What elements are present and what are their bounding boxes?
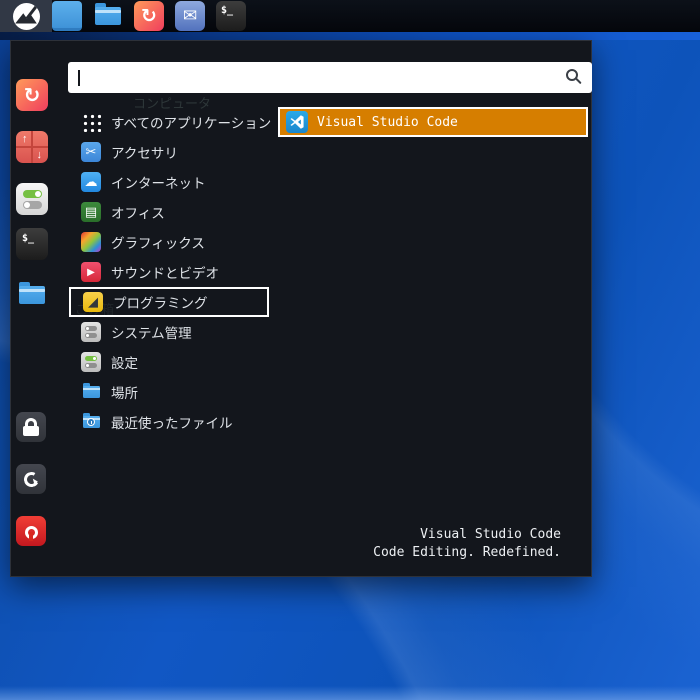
sidebar-terminal-button[interactable]: $_ bbox=[16, 228, 48, 260]
desktop-window-icon[interactable] bbox=[52, 1, 82, 31]
category-internet[interactable]: ☁ インターネット bbox=[69, 167, 269, 197]
terminal-prompt-glyph: $_ bbox=[221, 5, 234, 16]
toggle-on-icon bbox=[22, 189, 42, 198]
app-item-label: Visual Studio Code bbox=[317, 114, 458, 130]
wallpaper-bottom-band bbox=[0, 686, 700, 700]
file-manager-icon[interactable] bbox=[93, 1, 123, 31]
search-icon bbox=[566, 69, 578, 81]
application-menu: コンピュータ ごみ箱 ↻ $_ すべてのアプリケーション bbox=[10, 40, 592, 577]
log-out-button[interactable] bbox=[16, 464, 46, 494]
shut-down-button[interactable] bbox=[16, 516, 46, 546]
sidebar-software-updates-button[interactable] bbox=[16, 131, 48, 163]
play-icon: ▶ bbox=[81, 262, 101, 282]
folder-icon bbox=[19, 282, 45, 304]
power-icon bbox=[24, 526, 38, 541]
taskbar: ↻ ✉ $_ bbox=[0, 0, 700, 32]
category-graphics[interactable]: グラフィックス bbox=[69, 227, 269, 257]
distro-logo-icon bbox=[12, 2, 40, 30]
category-accessories[interactable]: ✂ アクセサリ bbox=[69, 137, 269, 167]
refresh-arrow-glyph: ↻ bbox=[141, 5, 157, 27]
logout-icon bbox=[21, 469, 41, 489]
app-description-subtitle: Code Editing. Redefined. bbox=[373, 545, 561, 560]
terminal-prompt-glyph: $_ bbox=[22, 233, 35, 244]
app-menu-button[interactable] bbox=[0, 0, 52, 32]
category-all-applications[interactable]: すべてのアプリケーション bbox=[69, 107, 271, 137]
sidebar-browser-session-button[interactable]: ↻ bbox=[16, 79, 48, 111]
category-settings[interactable]: 設定 bbox=[69, 347, 269, 377]
rainbow-icon bbox=[81, 232, 101, 252]
envelope-glyph: ✉ bbox=[182, 6, 198, 25]
sidebar-settings-button[interactable] bbox=[16, 183, 48, 215]
updates-grid-icon bbox=[16, 131, 48, 163]
category-sound-video[interactable]: ▶ サウンドとビデオ bbox=[69, 257, 269, 287]
category-list: すべてのアプリケーション ✂ アクセサリ ☁ インターネット ▤ オフィス グラ… bbox=[69, 107, 271, 437]
wallpaper-top-band bbox=[0, 32, 700, 40]
folder-clock-icon bbox=[81, 412, 101, 432]
category-system-admin[interactable]: システム管理 bbox=[69, 317, 269, 347]
mail-icon[interactable]: ✉ bbox=[175, 1, 205, 31]
text-caret bbox=[78, 70, 80, 86]
web-browser-icon[interactable]: ↻ bbox=[134, 1, 164, 31]
category-programming[interactable]: ◢ プログラミング bbox=[69, 287, 269, 317]
scissors-icon: ✂ bbox=[81, 142, 101, 162]
app-description-title: Visual Studio Code bbox=[420, 527, 561, 542]
category-places[interactable]: 場所 bbox=[69, 377, 269, 407]
category-office[interactable]: ▤ オフィス bbox=[69, 197, 269, 227]
category-recent-files[interactable]: 最近使ったファイル bbox=[69, 407, 269, 437]
search-input[interactable] bbox=[68, 62, 592, 93]
toggle-off-icon bbox=[22, 200, 42, 209]
all-applications-grid-icon bbox=[81, 112, 101, 132]
terminal-icon[interactable]: $_ bbox=[216, 1, 246, 31]
toggles-gray-icon bbox=[81, 322, 101, 342]
set-square-icon: ◢ bbox=[83, 292, 103, 312]
refresh-arrow-icon: ↻ bbox=[23, 84, 41, 107]
lock-screen-button[interactable] bbox=[16, 412, 46, 442]
sidebar-file-manager-button[interactable] bbox=[16, 279, 48, 311]
toggles-green-icon bbox=[81, 352, 101, 372]
vscode-icon bbox=[286, 111, 308, 133]
document-icon: ▤ bbox=[81, 202, 101, 222]
folder-icon bbox=[81, 382, 101, 402]
folder-icon bbox=[95, 3, 121, 25]
app-item-visual-studio-code[interactable]: Visual Studio Code bbox=[278, 107, 588, 137]
cloud-icon: ☁ bbox=[81, 172, 101, 192]
app-description: Visual Studio Code Code Editing. Redefin… bbox=[373, 526, 561, 562]
